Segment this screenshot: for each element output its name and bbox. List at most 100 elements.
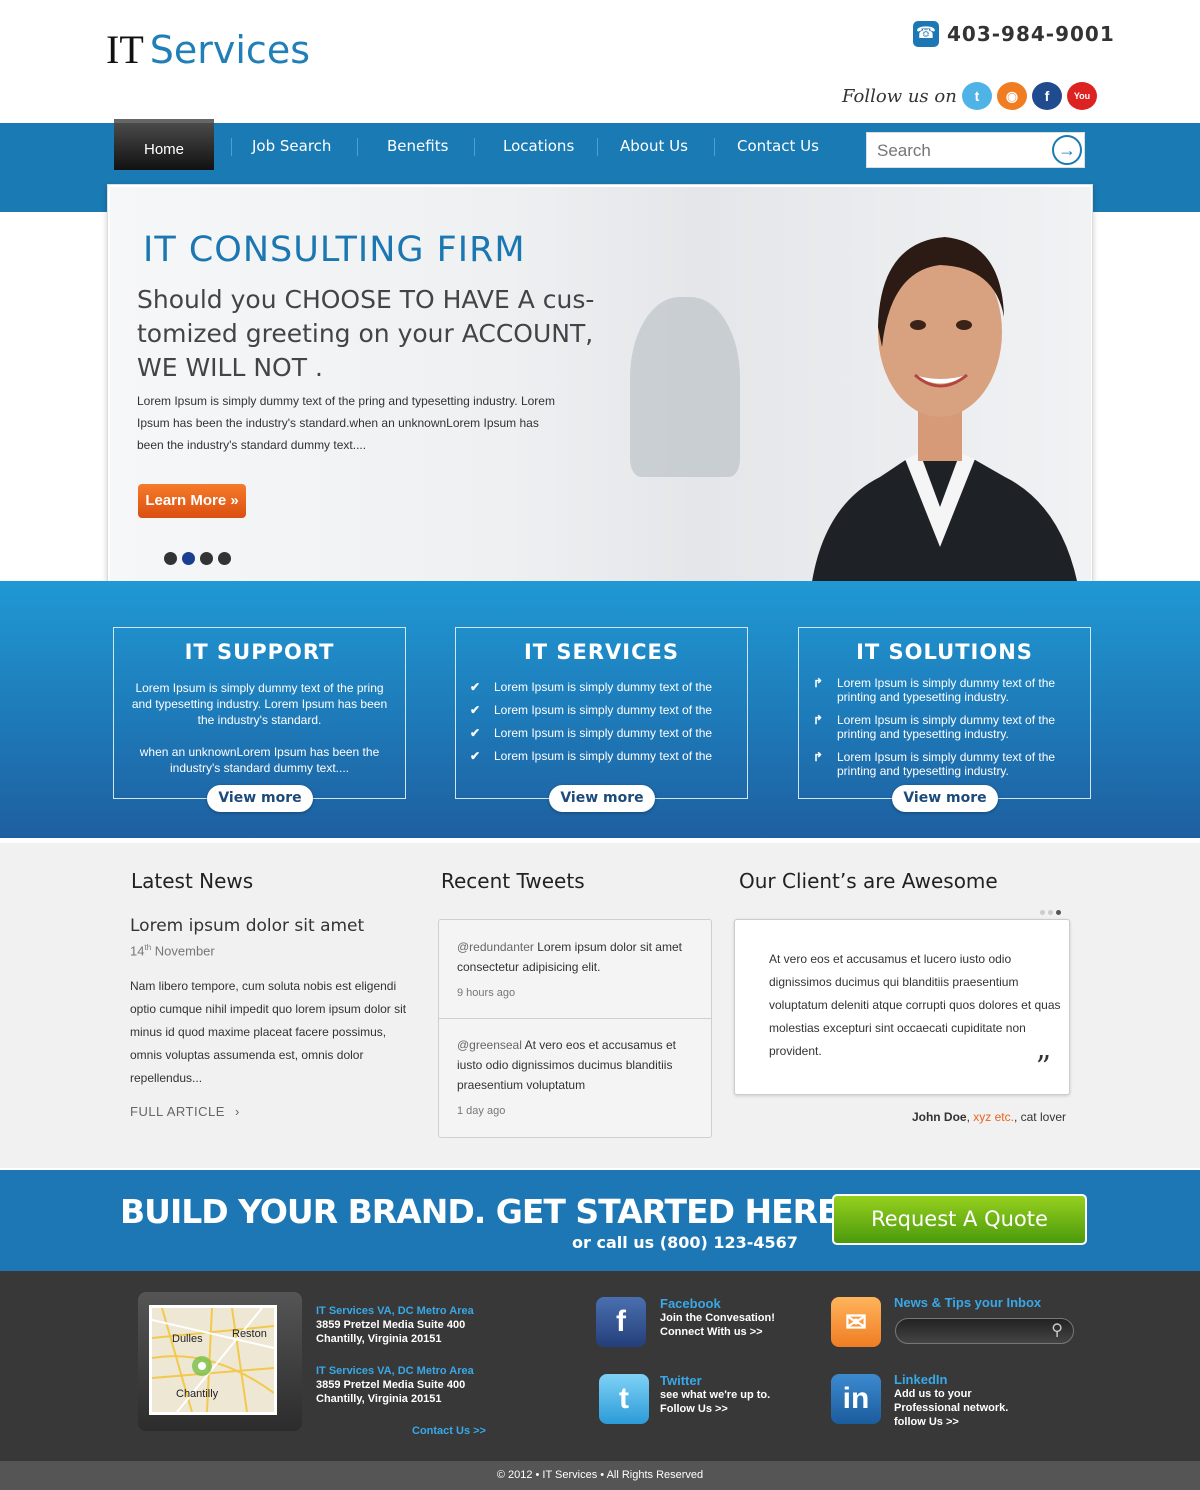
list-item-text: Lorem Ipsum is simply dummy text of the [494, 680, 713, 694]
nav-divider [714, 138, 715, 156]
solutions-view-more-button[interactable]: View more [892, 785, 998, 812]
nav-divider [357, 138, 358, 156]
tweet-handle[interactable]: @greenseal [457, 1038, 522, 1052]
author-role: , cat lover [1013, 1110, 1066, 1124]
search-box: → [866, 132, 1085, 168]
slide-dot-active[interactable] [182, 552, 195, 565]
it-support-p1: Lorem Ipsum is simply dummy text of the … [131, 681, 388, 727]
logo-services: Services [149, 28, 311, 72]
nav-locations[interactable]: Locations [503, 137, 574, 155]
youtube-icon[interactable]: You [1067, 82, 1097, 110]
check-icon: ✔ [470, 703, 481, 717]
it-support-box: IT SUPPORT Lorem Ipsum is simply dummy t… [113, 627, 406, 799]
blurred-figure [630, 297, 740, 477]
latest-news-title: Latest News [131, 869, 254, 893]
slide-dot[interactable] [218, 552, 231, 565]
linkedin-title[interactable]: LinkedIn [894, 1373, 1008, 1387]
support-view-more-button[interactable]: View more [207, 785, 313, 812]
tweet-time: 1 day ago [457, 1105, 506, 1117]
tweet-item: @redundanter Lorem ipsum dolor sit amet … [457, 937, 697, 1003]
date-day: 14 [130, 943, 145, 959]
hero-title: IT CONSULTING FIRM [143, 230, 526, 270]
full-article-link[interactable]: FULL ARTICLE › [130, 1104, 240, 1119]
news-headline[interactable]: Lorem ipsum dolor sit amet [130, 916, 364, 936]
newsletter-block: News & Tips your Inbox [894, 1296, 1041, 1310]
tweet-handle[interactable]: @redundanter [457, 940, 534, 954]
address-line: 3859 Pretzel Media Suite 400 [316, 1379, 466, 1391]
linkedin-link[interactable]: follow Us >> [894, 1415, 1008, 1429]
author-name: John Doe [911, 1110, 967, 1124]
twitter-title[interactable]: Twitter [660, 1374, 770, 1388]
nav-divider [597, 138, 598, 156]
it-solutions-box: IT SOLUTIONS ↱ Lorem Ipsum is simply dumm… [798, 627, 1091, 799]
facebook-block: Facebook Join the Convesation! Connect W… [660, 1297, 775, 1339]
slide-dot[interactable] [200, 552, 213, 565]
it-services-box: IT SERVICES ✔ Lorem Ipsum is simply dummy… [455, 627, 748, 799]
news-body: Nam libero tempore, cum soluta nobis est… [130, 979, 407, 1085]
list-item: ↱ Lorem Ipsum is simply dummy text of the… [813, 713, 1080, 741]
request-quote-button[interactable]: Request A Quote [832, 1194, 1087, 1245]
pager-dot[interactable] [1040, 910, 1045, 915]
tweet-divider [439, 1018, 711, 1019]
nav-contact-us[interactable]: Contact Us [737, 137, 819, 155]
date-month: November [154, 943, 215, 959]
list-item: ↱ Lorem Ipsum is simply dummy text of the… [813, 750, 1080, 778]
twitter-icon[interactable]: t [599, 1374, 649, 1424]
map-label: Chantilly [176, 1388, 219, 1400]
twitter-link[interactable]: Follow Us >> [660, 1402, 770, 1416]
address-block: IT Services VA, DC Metro Area 3859 Pretz… [316, 1364, 474, 1406]
phone-icon: ☎ [913, 21, 939, 47]
facebook-icon[interactable]: f [1032, 82, 1062, 110]
linkedin-line: Add us to your [894, 1388, 972, 1400]
list-item-text: Lorem Ipsum is simply dummy text of the … [837, 713, 1056, 741]
copyright: © 2012 • IT Services • All Rights Reserv… [0, 1461, 1200, 1490]
recent-tweets-title: Recent Tweets [441, 869, 585, 893]
facebook-icon[interactable]: f [596, 1297, 646, 1347]
nav-about-us[interactable]: About Us [620, 137, 688, 155]
newsletter-input[interactable]: ⚲ [895, 1318, 1074, 1344]
slide-dot[interactable] [164, 552, 177, 565]
logo-it: IT [106, 27, 144, 72]
list-item-text: Lorem Ipsum is simply dummy text of the [494, 726, 713, 740]
facebook-link[interactable]: Connect With us >> [660, 1325, 775, 1339]
linkedin-icon[interactable]: in [831, 1374, 881, 1424]
email-icon[interactable]: ✉ [831, 1297, 881, 1347]
linkedin-line: Professional network. [894, 1402, 1009, 1414]
services-view-more-button[interactable]: View more [549, 785, 655, 812]
pager-dot[interactable] [1048, 910, 1053, 915]
learn-more-button[interactable]: Learn More » [138, 484, 246, 518]
map-thumbnail[interactable]: Dulles Reston Chantilly [149, 1305, 277, 1415]
date-suffix: th [144, 943, 152, 952]
testimonial-pager[interactable] [1040, 902, 1064, 920]
logo[interactable]: IT Services [106, 26, 310, 73]
nav-divider [231, 138, 232, 156]
twitter-icon[interactable]: t [962, 82, 992, 110]
footer-contact-link[interactable]: Contact Us >> [412, 1424, 486, 1438]
quote-mark-icon: ” [1035, 1050, 1051, 1085]
businesswoman-image [810, 237, 1080, 596]
rss-icon[interactable]: ◉ [997, 82, 1027, 110]
list-item: ✔ Lorem Ipsum is simply dummy text of the [470, 703, 737, 717]
nav-job-search[interactable]: Job Search [252, 137, 331, 155]
tweet-item: @greenseal At vero eos et accusamus et i… [457, 1035, 697, 1121]
search-input[interactable] [877, 140, 1037, 162]
nav-divider [474, 138, 475, 156]
address-title: IT Services VA, DC Metro Area [316, 1365, 474, 1377]
clients-title: Our Client’s are Awesome [739, 869, 998, 893]
it-solutions-list: ↱ Lorem Ipsum is simply dummy text of the… [813, 676, 1080, 787]
facebook-title[interactable]: Facebook [660, 1297, 775, 1311]
chevron-right-icon: › [235, 1104, 240, 1119]
search-arrow-icon[interactable]: → [1052, 135, 1082, 165]
list-item: ✔ Lorem Ipsum is simply dummy text of the [470, 726, 737, 740]
page: IT Services ☎ 403-984-9001 Follow us on t… [0, 0, 1200, 1490]
list-item-text: Lorem Ipsum is simply dummy text of the [494, 749, 713, 763]
nav-benefits[interactable]: Benefits [387, 137, 448, 155]
author-org[interactable]: xyz etc. [973, 1110, 1014, 1124]
nav-home[interactable]: Home [114, 119, 214, 170]
arrow-curve-icon: ↱ [813, 676, 824, 690]
facebook-line: Join the Convesation! [660, 1312, 775, 1324]
tweets-panel: @redundanter Lorem ipsum dolor sit amet … [438, 919, 712, 1138]
pager-dot-active[interactable] [1056, 910, 1061, 915]
map-widget: Dulles Reston Chantilly [138, 1292, 302, 1431]
search-icon[interactable]: ⚲ [1051, 1320, 1063, 1340]
